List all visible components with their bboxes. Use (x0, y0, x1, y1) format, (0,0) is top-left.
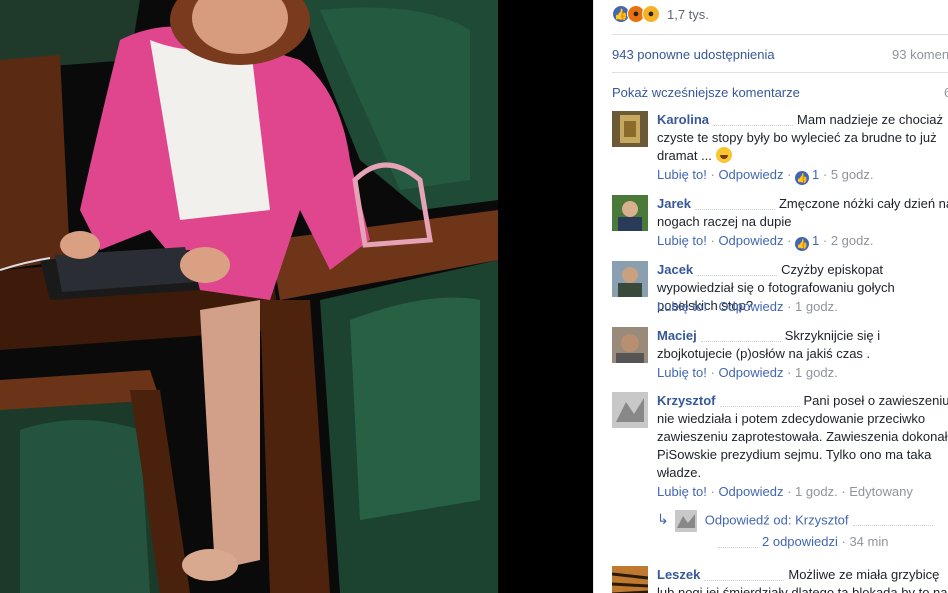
reply-thread[interactable]: ↳ Odpowiedź od: Krzysztof (657, 510, 937, 532)
show-previous-comments-link[interactable]: Pokaż wcześniejsze komentarze (612, 85, 800, 100)
comment-time[interactable]: 1 godz. (795, 299, 838, 314)
comments-count[interactable]: 93 komentarze (892, 47, 948, 62)
comment-author[interactable]: Maciej (657, 328, 697, 343)
comment-time[interactable]: 1 godz. (795, 484, 838, 499)
reply-link[interactable]: Odpowiedz (718, 365, 783, 380)
avatar (674, 510, 697, 532)
redacted-surname (852, 516, 933, 526)
comment-author[interactable]: Karolina (657, 112, 709, 127)
shares-link[interactable]: 943 ponowne udostępnienia (612, 47, 775, 62)
comment-time[interactable]: 1 godz. (795, 365, 838, 380)
wow-icon: ● (642, 5, 660, 23)
like-icon: 👍 (795, 171, 810, 185)
reply-thread-meta: 2 odpowiedzi · 34 min (714, 534, 888, 549)
reply-link[interactable]: Odpowiedz (718, 299, 783, 314)
like-comment-link[interactable]: Lubię to! (657, 233, 707, 248)
like-icon: 👍 (795, 237, 810, 251)
avatar[interactable] (612, 392, 648, 428)
comment-author[interactable]: Jacek (657, 262, 693, 277)
avatar[interactable] (612, 111, 648, 147)
redacted-surname (700, 332, 781, 342)
reply-arrow-icon: ↳ (657, 511, 669, 528)
previous-comments-count: 6 (944, 85, 948, 100)
avatar[interactable] (612, 327, 648, 363)
redacted-surname (704, 571, 785, 581)
comment-like-count[interactable]: 1 (812, 233, 819, 248)
comment-author[interactable]: Leszek (657, 567, 700, 582)
comment-actions: Lubię to! · Odpowiedz · 👍 1 · 2 godz. (657, 233, 874, 251)
reply-link[interactable]: Odpowiedz (718, 484, 783, 499)
reactions-count[interactable]: 1,7 tys. (667, 7, 709, 22)
redacted-surname (697, 266, 778, 276)
divider (612, 34, 948, 35)
redacted-surname (713, 116, 794, 126)
comment-time[interactable]: 5 godz. (831, 167, 874, 182)
redacted-surname (718, 538, 758, 548)
avatar[interactable] (612, 566, 648, 593)
reply-time[interactable]: 34 min (849, 534, 888, 549)
reply-link[interactable]: Odpowiedz (718, 233, 783, 248)
comment-actions: Lubię to! · Odpowiedz · 1 godz. · Edytow… (657, 484, 913, 499)
replies-count-link[interactable]: 2 odpowiedzi (762, 534, 838, 549)
laugh-emoji-icon (715, 147, 732, 163)
like-comment-link[interactable]: Lubię to! (657, 484, 707, 499)
comment-actions: Lubię to! · Odpowiedz · 1 godz. (657, 299, 838, 314)
avatar[interactable] (612, 195, 648, 231)
comment-time[interactable]: 2 godz. (831, 233, 874, 248)
comment-author[interactable]: Jarek (657, 196, 691, 211)
post-photo[interactable] (0, 0, 593, 593)
like-comment-link[interactable]: Lubię to! (657, 365, 707, 380)
photo-illustration (0, 0, 593, 593)
like-comment-link[interactable]: Lubię to! (657, 299, 707, 314)
comment-author[interactable]: Krzysztof (657, 393, 716, 408)
reply-link[interactable]: Odpowiedz (718, 167, 783, 182)
like-comment-link[interactable]: Lubię to! (657, 167, 707, 182)
avatar[interactable] (612, 261, 648, 297)
reply-thread-label[interactable]: Odpowiedź od: Krzysztof (705, 512, 849, 527)
comments-panel: 👍 ● ● 1,7 tys. 943 ponowne udostępnienia… (593, 0, 948, 593)
reactions-summary[interactable]: 👍 ● ● 1,7 tys. (612, 4, 709, 24)
divider (612, 72, 948, 73)
comment-actions: Lubię to! · Odpowiedz · 1 godz. (657, 365, 838, 380)
comment-body: Możliwe ze miała grzybicę lub nogi jej ś… (657, 567, 948, 593)
edited-label[interactable]: Edytowany (849, 484, 913, 499)
comment-actions: Lubię to! · Odpowiedz · 👍 1 · 5 godz. (657, 167, 874, 185)
redacted-surname (719, 397, 800, 407)
redacted-surname (694, 200, 775, 210)
comment-like-count[interactable]: 1 (812, 167, 819, 182)
